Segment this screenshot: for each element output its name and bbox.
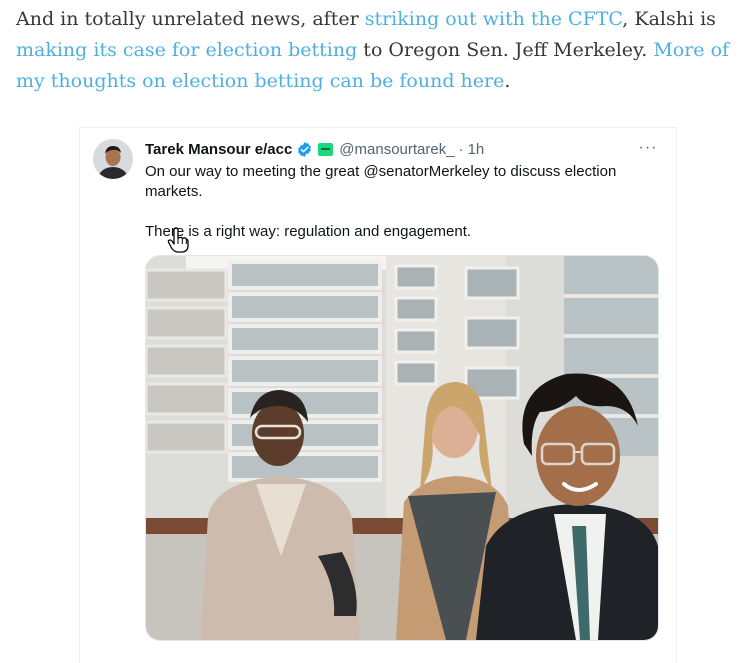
- article-text-1: And in totally unrelated news, after: [16, 8, 365, 30]
- tweet-text-line-2: There is a right way: regulation and eng…: [145, 223, 472, 240]
- verified-badge-icon: [296, 141, 313, 158]
- affiliate-badge-icon: [318, 142, 334, 156]
- article-paragraph: And in totally unrelated news, after str…: [16, 4, 736, 97]
- tweet-header: Tarek Mansour e/acc @mansourtarek_ · 1h: [145, 139, 484, 159]
- author-name[interactable]: Tarek Mansour e/acc: [145, 141, 292, 158]
- hand-pointer-cursor-icon: [167, 227, 189, 253]
- election-betting-case-link[interactable]: making its case for election betting: [16, 39, 357, 61]
- separator-dot: ·: [458, 140, 464, 158]
- more-options-icon[interactable]: ···: [638, 138, 658, 158]
- embedded-tweet[interactable]: Tarek Mansour e/acc @mansourtarek_ · 1h …: [80, 128, 676, 663]
- tweet-photo[interactable]: [146, 256, 658, 640]
- cftc-link[interactable]: striking out with the CFTC: [365, 8, 623, 30]
- article-text-2: , Kalshi is: [622, 8, 716, 30]
- article-text-3: to Oregon Sen. Jeff Merkeley.: [357, 39, 654, 61]
- tweet-text: On our way to meeting the great @senator…: [145, 162, 645, 242]
- author-handle[interactable]: @mansourtarek_: [339, 141, 454, 158]
- tweet-timestamp[interactable]: 1h: [468, 141, 485, 158]
- tweet-text-line-1: On our way to meeting the great @senator…: [145, 163, 617, 200]
- avatar[interactable]: [93, 139, 133, 179]
- article-text-4: .: [504, 70, 511, 92]
